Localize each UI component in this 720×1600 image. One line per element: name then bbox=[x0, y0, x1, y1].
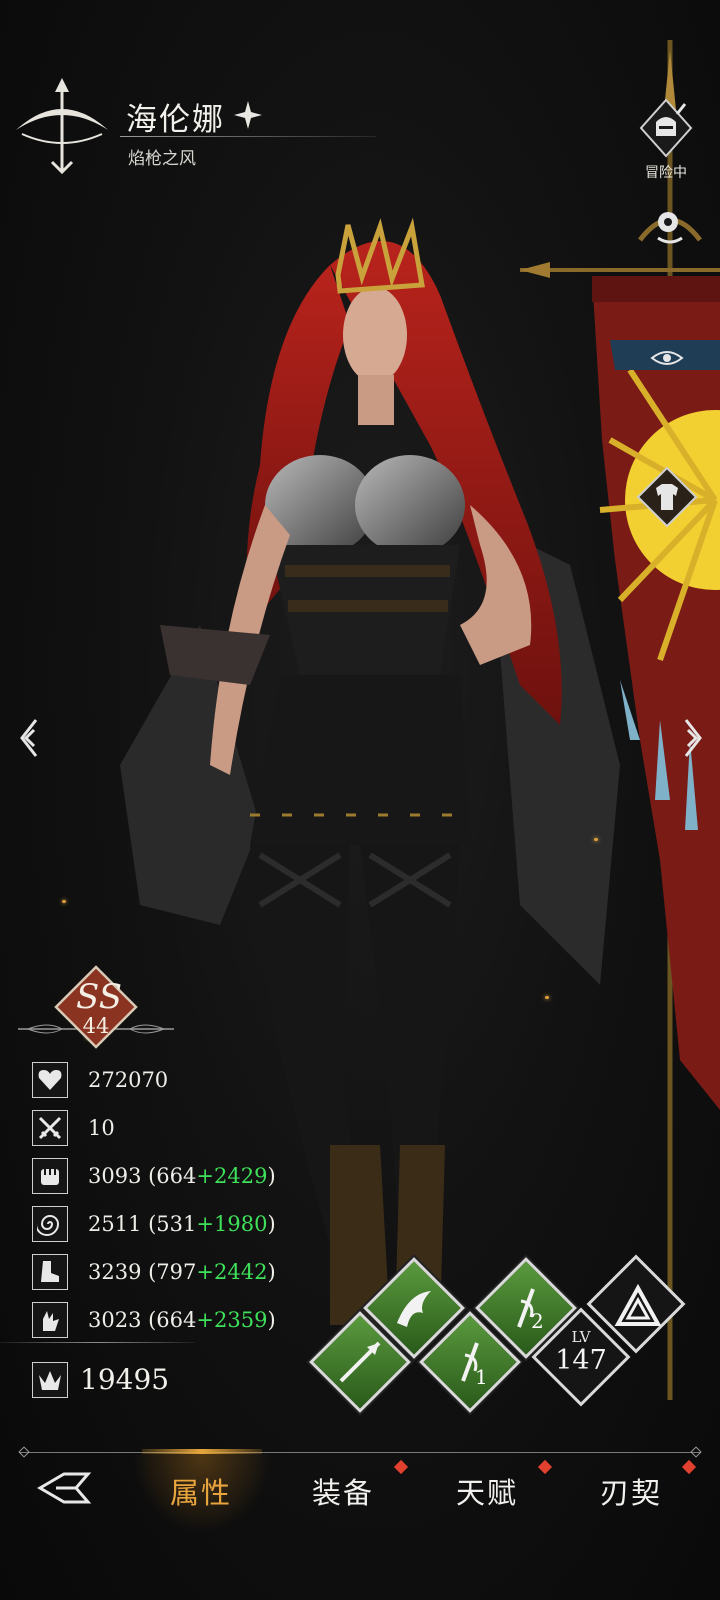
stats-divider bbox=[0, 1342, 195, 1343]
next-hero-arrow-icon[interactable] bbox=[680, 716, 708, 760]
tab-blade-pact[interactable]: 刃契 bbox=[600, 1470, 662, 1512]
fist-icon bbox=[32, 1158, 68, 1194]
skill-number: 1 bbox=[475, 1365, 488, 1389]
hero-name: 海伦娜 bbox=[126, 102, 225, 138]
active-tab-indicator bbox=[142, 1449, 262, 1454]
crown-icon bbox=[32, 1362, 68, 1398]
back-arrow-icon[interactable] bbox=[36, 1466, 92, 1510]
ember-particle bbox=[594, 838, 598, 841]
stat-row-hp: 272070 bbox=[32, 1062, 332, 1100]
location-pin-icon[interactable] bbox=[650, 206, 690, 246]
adventure-status-button[interactable]: 冒险中 bbox=[634, 96, 698, 184]
tab-talent-alert bbox=[537, 1459, 553, 1475]
rank-grade: SS bbox=[76, 977, 122, 1017]
level-value: 147 bbox=[555, 1345, 607, 1376]
stat-row-strength: 3093 (664+2429) bbox=[32, 1158, 332, 1196]
swirl-icon bbox=[32, 1206, 68, 1242]
nav-divider-end bbox=[690, 1446, 702, 1458]
stat-row-intelligence: 2511 (531+1980) bbox=[32, 1206, 332, 1244]
skill-number: 2 bbox=[531, 1309, 544, 1333]
nav-divider-end bbox=[18, 1446, 30, 1458]
eye-icon[interactable] bbox=[650, 348, 684, 368]
tab-equipment-alert bbox=[393, 1459, 409, 1475]
bow-class-icon bbox=[16, 78, 108, 175]
outfit-icon[interactable] bbox=[636, 466, 698, 528]
rank-level: 44 bbox=[82, 1014, 110, 1038]
level-label: LV bbox=[571, 1328, 591, 1346]
tab-talent[interactable]: 天赋 bbox=[456, 1470, 518, 1512]
stat-value: 3093 (664+2429) bbox=[88, 1164, 276, 1188]
triangle-icon bbox=[614, 1284, 662, 1326]
combat-power-value: 19495 bbox=[80, 1363, 170, 1396]
spear-skill-icon bbox=[327, 1329, 393, 1395]
name-divider bbox=[120, 136, 376, 137]
stat-row-spirit: 3023 (664+2359) bbox=[32, 1302, 332, 1340]
tab-equipment[interactable]: 装备 bbox=[312, 1470, 374, 1512]
knight-helmet-icon bbox=[639, 98, 693, 158]
sword-1-skill-icon: 1 bbox=[437, 1329, 503, 1395]
nav-divider bbox=[20, 1452, 700, 1453]
stat-value: 3023 (664+2359) bbox=[88, 1308, 276, 1332]
stat-value: 2511 (531+1980) bbox=[88, 1212, 276, 1236]
hero-detail-screen: 海伦娜 焰枪之风 冒险中 SS 44 272070 10 3093 (664+2… bbox=[0, 0, 720, 1600]
adventure-status-label: 冒险中 bbox=[645, 165, 687, 181]
stat-value: 272070 bbox=[88, 1068, 169, 1092]
ember-particle bbox=[62, 900, 66, 903]
hero-title: 焰枪之风 bbox=[128, 149, 196, 169]
tab-attributes[interactable]: 属性 bbox=[170, 1470, 232, 1512]
hand-icon bbox=[32, 1302, 68, 1338]
crossed-swords-icon bbox=[32, 1110, 68, 1146]
ember-particle bbox=[545, 996, 549, 999]
stat-row-agility: 3239 (797+2442) bbox=[32, 1254, 332, 1292]
stat-row-attack-speed: 10 bbox=[32, 1110, 332, 1148]
tab-blade-pact-alert bbox=[681, 1459, 697, 1475]
star-badge-icon bbox=[234, 101, 262, 129]
stat-value: 3239 (797+2442) bbox=[88, 1260, 276, 1284]
boot-icon bbox=[32, 1254, 68, 1290]
stat-value: 10 bbox=[88, 1116, 115, 1140]
previous-hero-arrow-icon[interactable] bbox=[14, 716, 42, 760]
heart-icon bbox=[32, 1062, 68, 1098]
